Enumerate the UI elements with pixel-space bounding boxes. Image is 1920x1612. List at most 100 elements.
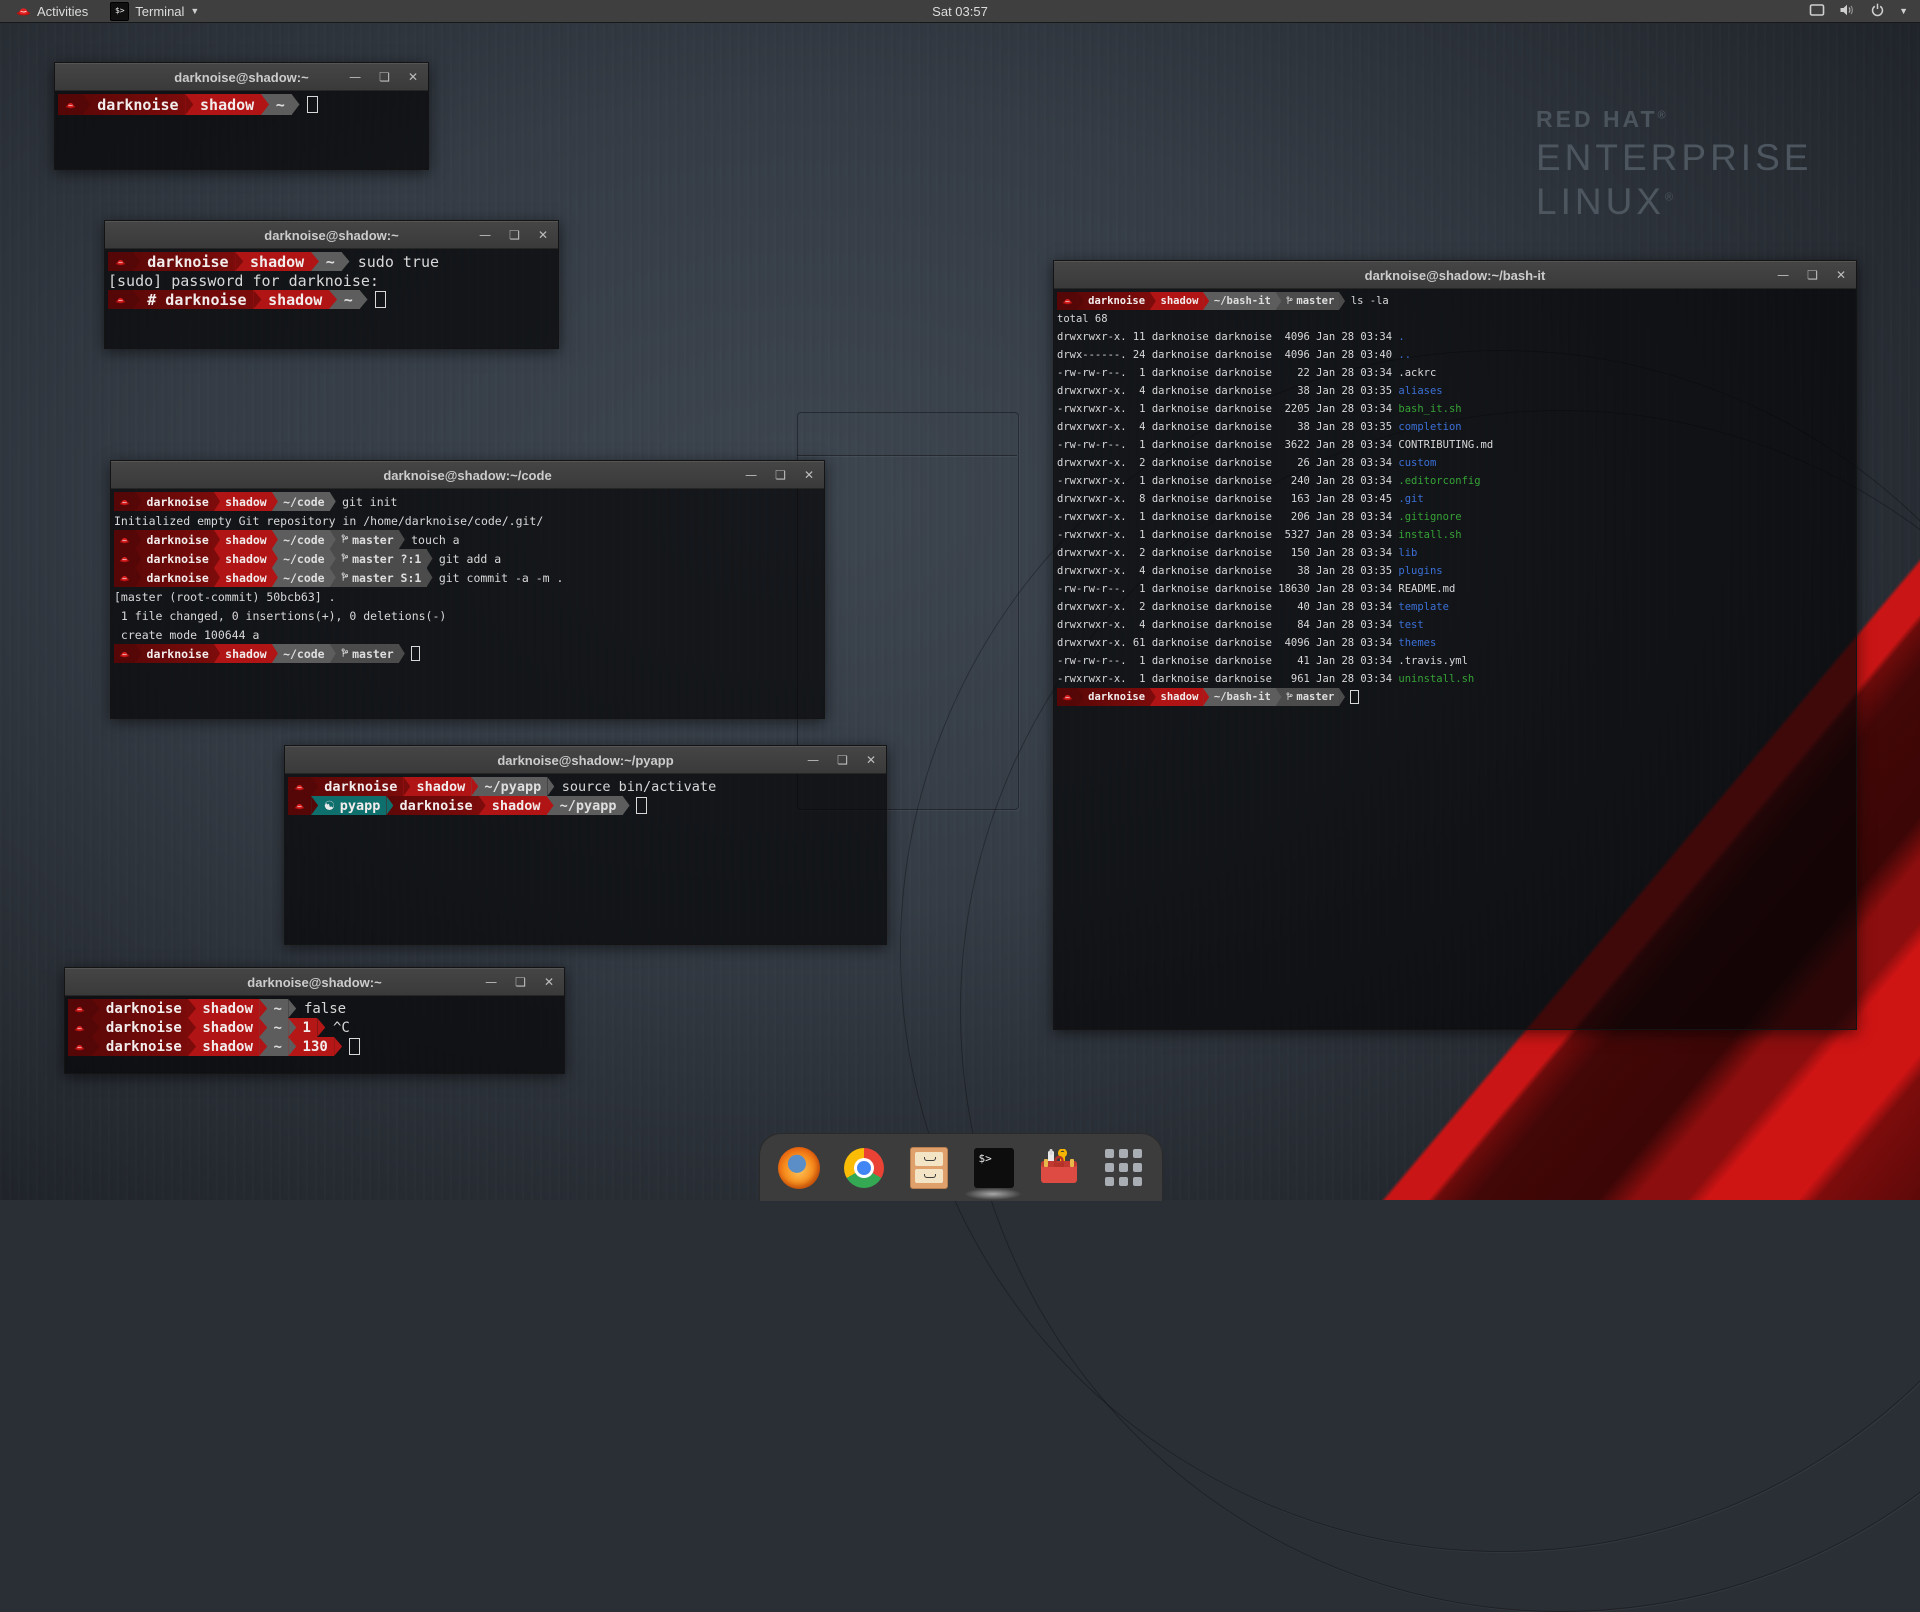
powerline-separator <box>288 1018 296 1037</box>
close-button[interactable]: ✕ <box>408 64 418 90</box>
close-button[interactable]: ✕ <box>538 222 548 248</box>
output-line: drwxrwxr-x. 4 darknoise darknoise 38 Jan… <box>1057 382 1854 400</box>
close-button[interactable]: ✕ <box>866 747 876 773</box>
terminal-icon: $> <box>974 1148 1014 1188</box>
window-titlebar[interactable]: darknoise@shadow:~—❏✕ <box>105 221 558 249</box>
close-button[interactable]: ✕ <box>1836 262 1846 288</box>
powerline-segment-user: darknoise <box>1083 688 1149 706</box>
dock-item-chrome[interactable] <box>842 1146 886 1190</box>
minimize-button[interactable]: — <box>745 462 757 488</box>
maximize-button[interactable]: ❏ <box>515 969 526 995</box>
terminal-content[interactable]: darknoiseshadow~/pyappsource bin/activat… <box>285 774 886 815</box>
powerline-segment-host: shadow <box>486 796 547 815</box>
redhat-icon <box>1062 297 1073 305</box>
powerline-separator <box>133 290 141 309</box>
output-line: drwxrwxr-x. 11 darknoise darknoise 4096 … <box>1057 328 1854 346</box>
ls-entry-meta: drwxrwxr-x. 2 darknoise darknoise 150 Ja… <box>1057 547 1398 559</box>
powerline-segment-user: darknoise <box>1083 292 1149 310</box>
powerline-segment-path: ~/code <box>278 530 330 549</box>
volume-icon[interactable] <box>1839 3 1856 20</box>
ls-entry-name: README.md <box>1398 583 1455 595</box>
output-line: create mode 100644 a <box>114 625 822 644</box>
maximize-button[interactable]: ❏ <box>775 462 786 488</box>
app-menu[interactable]: $> Terminal ▼ <box>102 0 207 22</box>
output-line: Initialized empty Git repository in /hom… <box>114 511 822 530</box>
maximize-button[interactable]: ❏ <box>379 64 390 90</box>
terminal-window-w2: darknoise@shadow:~—❏✕darknoiseshadow~sud… <box>104 220 559 349</box>
terminal-content[interactable]: darknoiseshadow~ <box>55 91 428 115</box>
window-titlebar[interactable]: darknoise@shadow:~/bash-it—❏✕ <box>1054 261 1856 289</box>
powerline-separator <box>188 1037 196 1056</box>
ls-entry-meta: drwxrwxr-x. 61 darknoise darknoise 4096 … <box>1057 637 1398 649</box>
minimize-button[interactable]: — <box>1777 262 1789 288</box>
terminal-content[interactable]: darknoiseshadow~/codegit initInitialized… <box>111 489 824 663</box>
powerline-segment-host: shadow <box>243 252 311 271</box>
terminal-content[interactable]: darknoiseshadow~falsedarknoiseshadow~1^C… <box>65 996 564 1056</box>
dock-item-firefox[interactable] <box>777 1146 821 1190</box>
power-icon[interactable] <box>1870 2 1885 20</box>
window-titlebar[interactable]: darknoise@shadow:~/code—❏✕ <box>111 461 824 489</box>
redhat-icon <box>115 296 126 304</box>
output-line: -rwxrwxr-x. 1 darknoise darknoise 961 Ja… <box>1057 670 1854 688</box>
window-titlebar[interactable]: darknoise@shadow:~/pyapp— ❏ ✕ <box>285 746 886 774</box>
minimize-button[interactable]: — <box>485 969 497 995</box>
terminal-content[interactable]: darknoiseshadow~/bash-itmasterls -latota… <box>1054 289 1856 706</box>
powerline-segment-user: darknoise <box>318 777 403 796</box>
powerline-separator <box>288 999 296 1018</box>
prompt-line: darknoiseshadow~/codemaster S:1git commi… <box>114 568 822 587</box>
powerline-segment-git: master <box>1282 688 1340 706</box>
dock-item-terminal[interactable]: $> <box>972 1146 1016 1190</box>
minimize-button[interactable]: — <box>349 64 361 90</box>
ls-entry-name: .gitignore <box>1398 511 1461 523</box>
dock-item-app-grid[interactable] <box>1102 1146 1146 1190</box>
redhat-icon <box>119 536 130 544</box>
powerline-segment-stub <box>114 644 135 663</box>
powerline-segment-stub <box>114 549 135 568</box>
ls-entry-name: bash_it.sh <box>1398 403 1461 415</box>
powerline-segment-path: ~/code <box>278 549 330 568</box>
logo-line3: LINUX <box>1536 181 1665 222</box>
powerline-segment-path: ~/code <box>278 644 330 663</box>
window-titlebar[interactable]: darknoise@shadow:~—❏✕ <box>65 968 564 996</box>
ls-entry-name: .travis.yml <box>1398 655 1468 667</box>
powerline-segment-git: master S:1 <box>336 568 427 587</box>
command-text: source bin/activate <box>554 779 716 795</box>
window-title: darknoise@shadow:~/pyapp <box>285 753 886 768</box>
ls-entry-name: themes <box>1398 637 1436 649</box>
chevron-down-icon[interactable]: ▼ <box>1899 6 1908 16</box>
chrome-icon <box>844 1148 884 1188</box>
activities-button[interactable]: Activities <box>8 0 96 22</box>
powerline-separator <box>547 777 554 796</box>
prompt-line: darknoiseshadow~false <box>68 999 562 1018</box>
powerline-segment-stub <box>108 252 133 271</box>
powerline-separator <box>471 777 478 796</box>
ls-entry-meta: drwxrwxr-x. 11 darknoise darknoise 4096 … <box>1057 331 1398 343</box>
dock-item-toolbox[interactable] <box>1037 1146 1081 1190</box>
powerline-segment-user: # darknoise <box>141 290 254 309</box>
maximize-button[interactable]: ❏ <box>1807 262 1818 288</box>
minimize-button[interactable]: — <box>479 222 491 248</box>
powerline-separator <box>547 796 554 815</box>
ls-entry-meta: -rwxrwxr-x. 1 darknoise darknoise 5327 J… <box>1057 529 1398 541</box>
terminal-content[interactable]: darknoiseshadow~sudo true[sudo] password… <box>105 249 558 309</box>
powerline-segment-path: ~ <box>337 290 360 309</box>
window-titlebar[interactable]: darknoise@shadow:~—❏✕ <box>55 63 428 91</box>
ls-entry-name: CONTRIBUTING.md <box>1398 439 1493 451</box>
git-branch-icon <box>1286 692 1293 701</box>
command-text: ls -la <box>1345 295 1389 307</box>
close-button[interactable]: ✕ <box>804 462 814 488</box>
maximize-button[interactable]: ❏ <box>509 222 520 248</box>
output-line: -rwxrwxr-x. 1 darknoise darknoise 2205 J… <box>1057 400 1854 418</box>
powerline-segment-host: shadow <box>410 777 471 796</box>
powerline-segment-stub <box>114 530 135 549</box>
powerline-segment-user: darknoise <box>141 492 214 511</box>
output-line: -rw-rw-r--. 1 darknoise darknoise 41 Jan… <box>1057 652 1854 670</box>
minimize-button[interactable]: — <box>807 747 819 773</box>
wallpaper-line-decoration <box>797 455 1017 456</box>
display-icon[interactable] <box>1809 3 1825 20</box>
maximize-button[interactable]: ❏ <box>837 747 848 773</box>
clock[interactable]: Sat 03:57 <box>932 4 988 19</box>
close-button[interactable]: ✕ <box>544 969 554 995</box>
git-branch-icon <box>1286 296 1293 305</box>
dock-item-files[interactable] <box>907 1146 951 1190</box>
